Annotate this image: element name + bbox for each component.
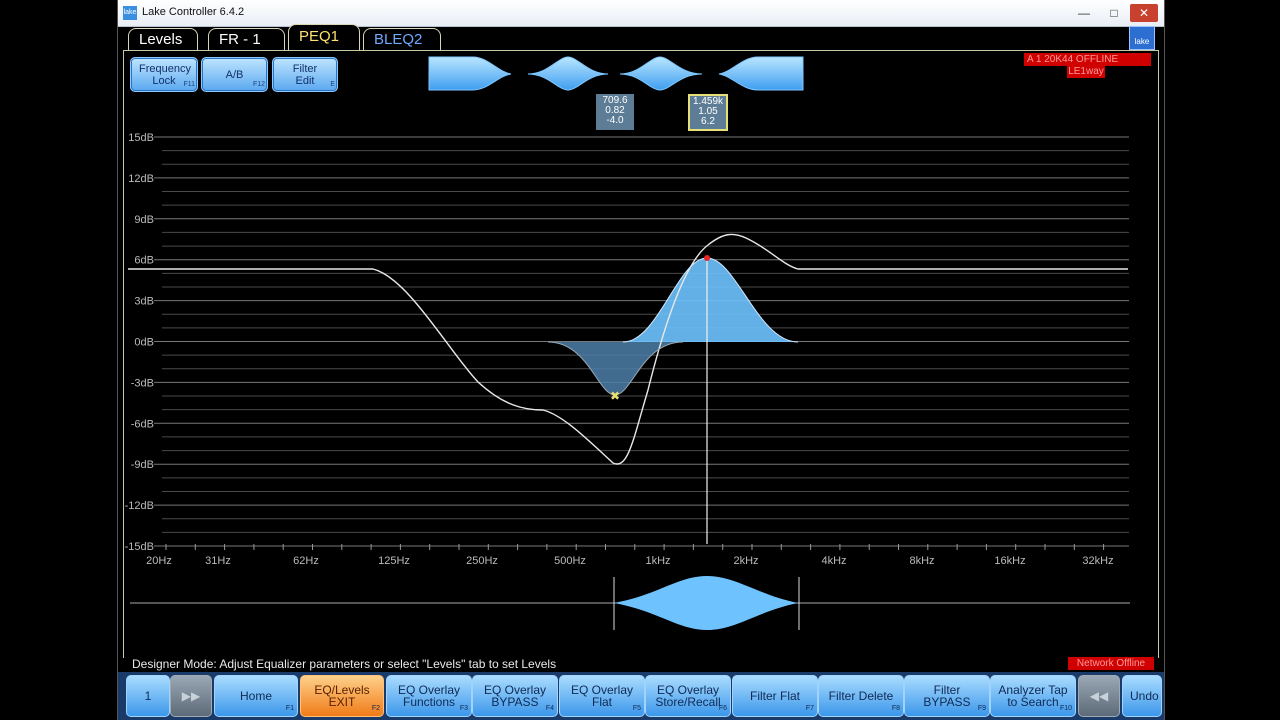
rewind-button[interactable]: ◀◀	[1078, 675, 1120, 717]
eq-overlay-store-recall-key: F6	[718, 705, 727, 712]
maximize-button[interactable]: □	[1100, 4, 1128, 22]
rewind-label: ◀◀	[1089, 689, 1109, 703]
filter-1-readout: 709.6 0.82 -4.0	[596, 94, 634, 130]
tab-levels[interactable]: Levels	[128, 28, 198, 51]
tab-peq1[interactable]: PEQ1	[288, 24, 360, 51]
page-selector-label: 1	[144, 689, 152, 703]
filter-edit-button[interactable]: Filter Edit E	[272, 57, 338, 92]
frequency-lock-key: F11	[183, 81, 195, 88]
filter-flat-label: Filter Flat	[749, 689, 800, 703]
undo-label: Undo	[1130, 689, 1159, 703]
eq-overlay-store-recall-button[interactable]: EQ Overlay Store/Recall F6	[645, 675, 731, 717]
analyzer-tap-to-search-button[interactable]: Analyzer Tap to Search F10	[990, 675, 1076, 717]
eq-levels-exit-label: EQ/Levels EXIT	[314, 683, 370, 709]
filter-edit-key: E	[330, 81, 335, 88]
undo-button[interactable]: Undo	[1122, 675, 1162, 717]
eq-overlay-bypass-key: F4	[545, 705, 554, 712]
frequency-lock-label: Frequency Lock	[139, 62, 191, 87]
filter-flat-button[interactable]: Filter Flat F7	[732, 675, 818, 717]
filter-bypass-label: Filter BYPASS	[923, 683, 971, 709]
filter-2-readout: 1.459k 1.05 6.2	[688, 94, 728, 131]
eq-frame	[123, 50, 1159, 658]
eq-overlay-flat-key: F5	[632, 705, 641, 712]
minimize-button[interactable]: —	[1070, 4, 1098, 22]
eq-overlay-flat-label: EQ Overlay Flat	[570, 683, 633, 709]
tab-fr-1[interactable]: FR - 1	[208, 28, 285, 51]
analyzer-tap-to-search-label: Analyzer Tap to Search	[998, 683, 1068, 709]
filter-bypass-key: F9	[977, 705, 986, 712]
lake-logo: lake	[1129, 26, 1155, 50]
ab-key: F12	[252, 81, 265, 88]
title-bar: lake Lake Controller 6.4.2 — □ ✕	[118, 0, 1164, 27]
network-status: Network Offline	[1068, 657, 1154, 670]
frequency-lock-button[interactable]: Frequency Lock F11	[130, 57, 198, 92]
window-title: Lake Controller 6.4.2	[142, 6, 245, 18]
eq-overlay-bypass-button[interactable]: EQ Overlay BYPASS F4	[472, 675, 558, 717]
analyzer-tap-to-search-key: F10	[1059, 705, 1072, 712]
forward-button[interactable]: ▶▶	[170, 675, 212, 717]
filter-bypass-button[interactable]: Filter BYPASS F9	[904, 675, 990, 717]
eq-overlay-functions-button[interactable]: EQ Overlay Functions F3	[386, 675, 472, 717]
home-label: Home	[239, 689, 272, 703]
filter-delete-button[interactable]: Filter Delete F8	[818, 675, 904, 717]
home-key: F1	[285, 705, 294, 712]
close-button[interactable]: ✕	[1130, 4, 1158, 22]
page-selector-button[interactable]: 1	[126, 675, 170, 717]
eq-levels-exit-key: F2	[371, 705, 380, 712]
filter-delete-key: F8	[891, 705, 900, 712]
app-icon: lake	[123, 6, 137, 20]
filter-2-marker[interactable]	[704, 255, 710, 261]
filter-flat-key: F7	[805, 705, 814, 712]
home-button[interactable]: Home F1	[214, 675, 298, 717]
status-message: Designer Mode: Adjust Equalizer paramete…	[132, 657, 557, 671]
filter-delete-label: Filter Delete	[828, 689, 894, 703]
ab-button[interactable]: A/B F12	[201, 57, 268, 92]
filter-edit-label: Filter Edit	[292, 62, 318, 87]
tab-bleq2[interactable]: BLEQ2	[363, 28, 441, 51]
eq-overlay-functions-key: F3	[459, 705, 468, 712]
forward-label: ▶▶	[181, 689, 201, 703]
eq-overlay-bypass-label: EQ Overlay BYPASS	[483, 683, 546, 709]
filter-1-gain: -4.0	[606, 115, 624, 126]
filter-1-marker[interactable]: ✖	[610, 389, 620, 403]
status-bar: Designer Mode: Adjust Equalizer paramete…	[124, 656, 1158, 672]
device-status: A 1 20K44 OFFLINE	[1024, 53, 1151, 66]
app-window: lake Lake Controller 6.4.2 — □ ✕ Levels …	[117, 0, 1165, 720]
eq-overlay-flat-button[interactable]: EQ Overlay Flat F5	[559, 675, 645, 717]
filter-2-gain: 6.2	[701, 116, 715, 127]
function-bar: 1 ▶▶ Home F1 EQ/Levels EXIT F2 EQ Overlay Func…	[118, 672, 1164, 720]
eq-overlay-store-recall-label: EQ Overlay Store/Recall	[655, 683, 721, 709]
device-config-status: LE1way	[1067, 66, 1105, 78]
eq-levels-exit-button[interactable]: EQ/Levels EXIT F2	[300, 675, 384, 717]
ab-label: A/B	[225, 68, 244, 81]
eq-overlay-functions-label: EQ Overlay Functions	[397, 683, 460, 709]
